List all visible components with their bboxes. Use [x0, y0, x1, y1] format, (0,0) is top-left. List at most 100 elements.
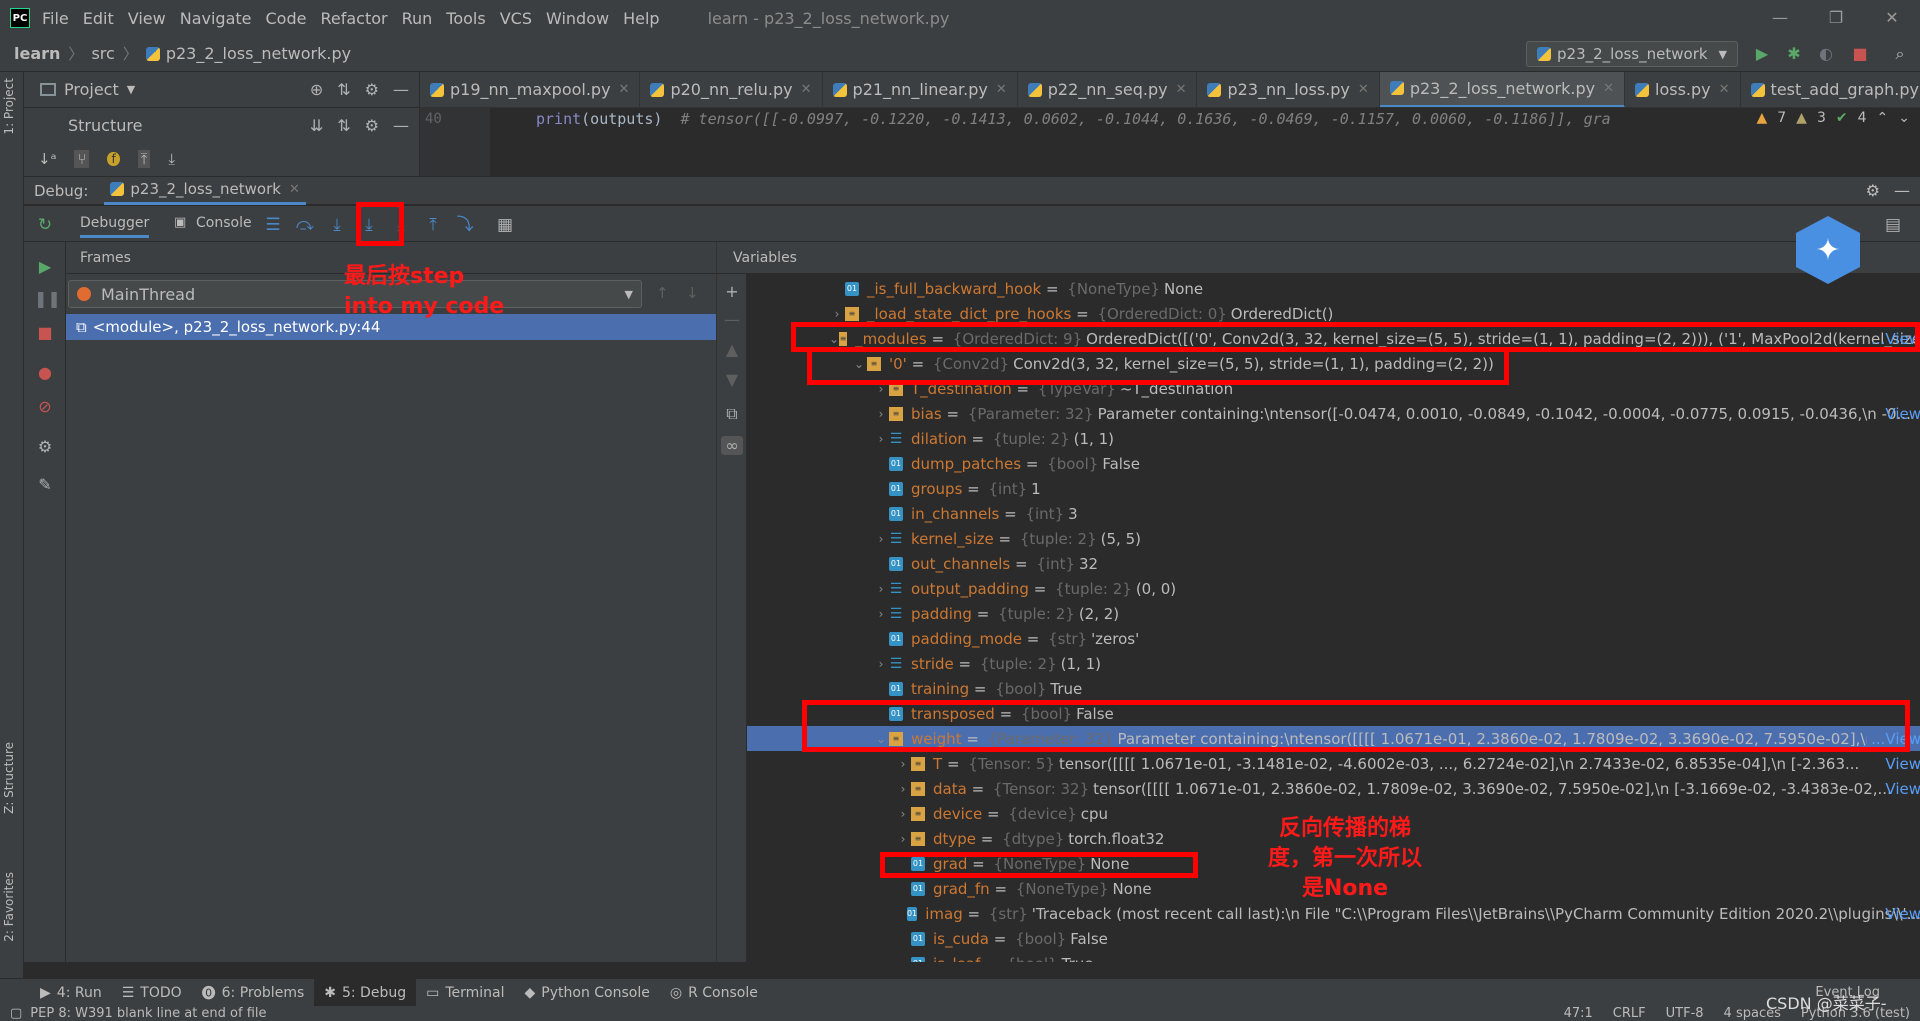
caret-position[interactable]: 47:1	[1564, 1006, 1593, 1021]
variable-row[interactable]: › ≡ bias = {Parameter: 32} Parameter contai…	[747, 401, 1920, 426]
close-icon[interactable]: ✕	[619, 82, 630, 97]
editor-tab[interactable]: p19_nn_maxpool.py ✕	[420, 72, 641, 107]
step-over-icon[interactable]: ⤼	[294, 214, 316, 236]
remove-watch-icon[interactable]: —	[721, 310, 743, 329]
expand-all-icon[interactable]: ⇊	[310, 116, 323, 135]
gear-icon[interactable]: ⚙	[1866, 181, 1880, 200]
project-tool-tab[interactable]: 1: Project	[2, 78, 16, 135]
view-link[interactable]: View	[1881, 405, 1920, 423]
view-link[interactable]: View	[1881, 780, 1920, 798]
gear-icon[interactable]: ⚙	[34, 436, 56, 458]
bottom-tab[interactable]: ◆ Python Console	[515, 979, 660, 1007]
menu-vcs[interactable]: VCS	[500, 9, 532, 28]
arrow-down-icon[interactable]: ↓	[686, 284, 699, 302]
run-icon[interactable]: ▶	[1752, 44, 1772, 64]
breadcrumb-folder[interactable]: src	[91, 44, 114, 63]
move-up-icon[interactable]: ▲	[721, 340, 743, 359]
variable-row[interactable]: › ≡ data = {Tensor: 32} tensor([[[[ 1.0671e…	[747, 776, 1920, 801]
breadcrumb-file[interactable]: p23_2_loss_network.py	[166, 44, 351, 63]
expand-arrow-icon[interactable]: ›	[829, 307, 845, 321]
evaluate-expression-icon[interactable]: ▦	[494, 214, 516, 236]
breadcrumb-project[interactable]: learn	[14, 44, 60, 63]
bottom-tab[interactable]: ▶ 4: Run	[30, 979, 112, 1007]
arrow-up-icon[interactable]: ↑	[656, 284, 669, 302]
editor-tab[interactable]: test_add_graph.py✕	[1741, 72, 1920, 107]
stop-icon[interactable]: ■	[34, 322, 56, 344]
inspection-widget[interactable]: ▲ 7 ▲ 3 ✔ 4 ⌃ ⌄	[1756, 110, 1910, 126]
menu-refactor[interactable]: Refactor	[320, 9, 387, 28]
collapse-all-icon[interactable]: ⇅	[337, 116, 350, 135]
show-inherited-icon[interactable]: ⑂	[74, 150, 90, 168]
editor-tab-active[interactable]: p23_2_loss_network.py ✕	[1379, 72, 1626, 107]
view-link[interactable]: View	[1881, 905, 1920, 923]
variable-row[interactable]: › ☰ kernel_size = {tuple: 2} (5, 5)	[747, 526, 1920, 551]
bottom-tab[interactable]: ☰ TODO	[112, 979, 192, 1007]
variable-row[interactable]: › ☰ stride = {tuple: 2} (1, 1)	[747, 651, 1920, 676]
locate-icon[interactable]: ⊕	[310, 80, 323, 99]
menu-file[interactable]: File	[42, 9, 69, 28]
variable-row[interactable]: 01 is_leaf = {bool} True	[747, 951, 1920, 962]
menu-view[interactable]: View	[128, 9, 166, 28]
variable-row[interactable]: 01 groups = {int} 1	[747, 476, 1920, 501]
run-to-cursor-icon[interactable]: ⤵	[454, 214, 476, 236]
view-breakpoints-icon[interactable]: ●	[34, 362, 56, 384]
scroll-to-source-icon[interactable]: ⤓	[168, 150, 175, 168]
variable-row[interactable]: › ≡ T = {Tensor: 5} tensor([[[[ 1.0671e-01,…	[747, 751, 1920, 776]
expand-arrow-icon[interactable]: ›	[895, 807, 911, 821]
mute-breakpoints-icon[interactable]: ⊘	[34, 396, 56, 418]
editor-tab[interactable]: loss.py ✕	[1625, 72, 1741, 107]
expand-arrow-icon[interactable]: ›	[895, 832, 911, 846]
expand-arrow-icon[interactable]: ›	[895, 782, 911, 796]
editor-tab[interactable]: p22_nn_seq.py ✕	[1018, 72, 1198, 107]
pin-icon[interactable]: ✎	[34, 474, 56, 496]
bottom-tab[interactable]: ◎ R Console	[660, 979, 768, 1007]
step-into-icon[interactable]: ⤓	[326, 214, 348, 236]
glasses-icon[interactable]: ∞	[721, 436, 743, 455]
expand-arrow-icon[interactable]: ›	[895, 757, 911, 771]
variable-row[interactable]: 01 training = {bool} True	[747, 676, 1920, 701]
hide-icon[interactable]: —	[393, 116, 409, 135]
move-down-icon[interactable]: ▼	[721, 370, 743, 389]
menu-run[interactable]: Run	[402, 9, 433, 28]
tab-console[interactable]: Console	[196, 215, 252, 231]
step-out-icon[interactable]: ⤒	[422, 214, 444, 236]
rerun-icon[interactable]: ↻	[34, 214, 56, 236]
editor-tab[interactable]: p23_nn_loss.py ✕	[1197, 72, 1380, 107]
add-watch-icon[interactable]: +	[721, 282, 743, 301]
menu-help[interactable]: Help	[623, 9, 659, 28]
variable-row[interactable]: 01 _is_full_backward_hook = {NoneType} Non…	[747, 276, 1920, 301]
copy-icon[interactable]: ⧉	[721, 404, 743, 424]
run-configuration-select[interactable]: p23_2_loss_network ▼	[1526, 41, 1738, 67]
close-icon[interactable]: ✕	[1176, 82, 1187, 97]
coverage-icon[interactable]: ◐	[1816, 44, 1836, 64]
list-icon[interactable]: ☰	[262, 214, 284, 236]
expand-arrow-icon[interactable]: ›	[873, 607, 889, 621]
show-fields-icon[interactable]: f	[107, 152, 120, 166]
variable-row[interactable]: 01 dump_patches = {bool} False	[747, 451, 1920, 476]
menu-tools[interactable]: Tools	[446, 9, 485, 28]
editor-tab[interactable]: p20_nn_relu.py ✕	[640, 72, 823, 107]
variable-row[interactable]: 01 padding_mode = {str}'zeros'	[747, 626, 1920, 651]
code-line[interactable]: print(outputs) # tensor([[-0.0997, -0.12…	[536, 110, 1611, 128]
sort-alpha-icon[interactable]: ↓ᵃ	[38, 150, 56, 168]
variable-row[interactable]: 01 in_channels = {int} 3	[747, 501, 1920, 526]
bottom-tab[interactable]: ▭ Terminal	[416, 979, 514, 1007]
resume-icon[interactable]: ▶	[34, 256, 56, 278]
close-icon[interactable]: ✕	[1603, 81, 1614, 96]
variable-row[interactable]: 01 is_cuda = {bool} False	[747, 926, 1920, 951]
maximize-button[interactable]: ❐	[1808, 0, 1864, 36]
collapse-all-icon[interactable]: ⇅	[337, 80, 350, 99]
close-window-button[interactable]: ✕	[1864, 0, 1920, 36]
file-encoding[interactable]: UTF-8	[1666, 1006, 1704, 1021]
minimize-button[interactable]: —	[1752, 0, 1808, 36]
project-panel-title[interactable]: Project	[64, 80, 119, 99]
chevron-up-icon[interactable]: ⌃	[1877, 110, 1889, 126]
view-link[interactable]: View	[1881, 755, 1920, 773]
bottom-tab[interactable]: ⓿ 6: Problems	[192, 979, 315, 1007]
close-icon[interactable]: ✕	[996, 82, 1007, 97]
close-icon[interactable]: ✕	[1358, 82, 1369, 97]
variable-row[interactable]: › ☰ padding = {tuple: 2} (2, 2)	[747, 601, 1920, 626]
stop-icon[interactable]: ■	[1850, 44, 1870, 64]
layout-icon[interactable]: ▤	[1882, 214, 1904, 236]
structure-tool-tab[interactable]: Z: Structure	[2, 742, 16, 814]
